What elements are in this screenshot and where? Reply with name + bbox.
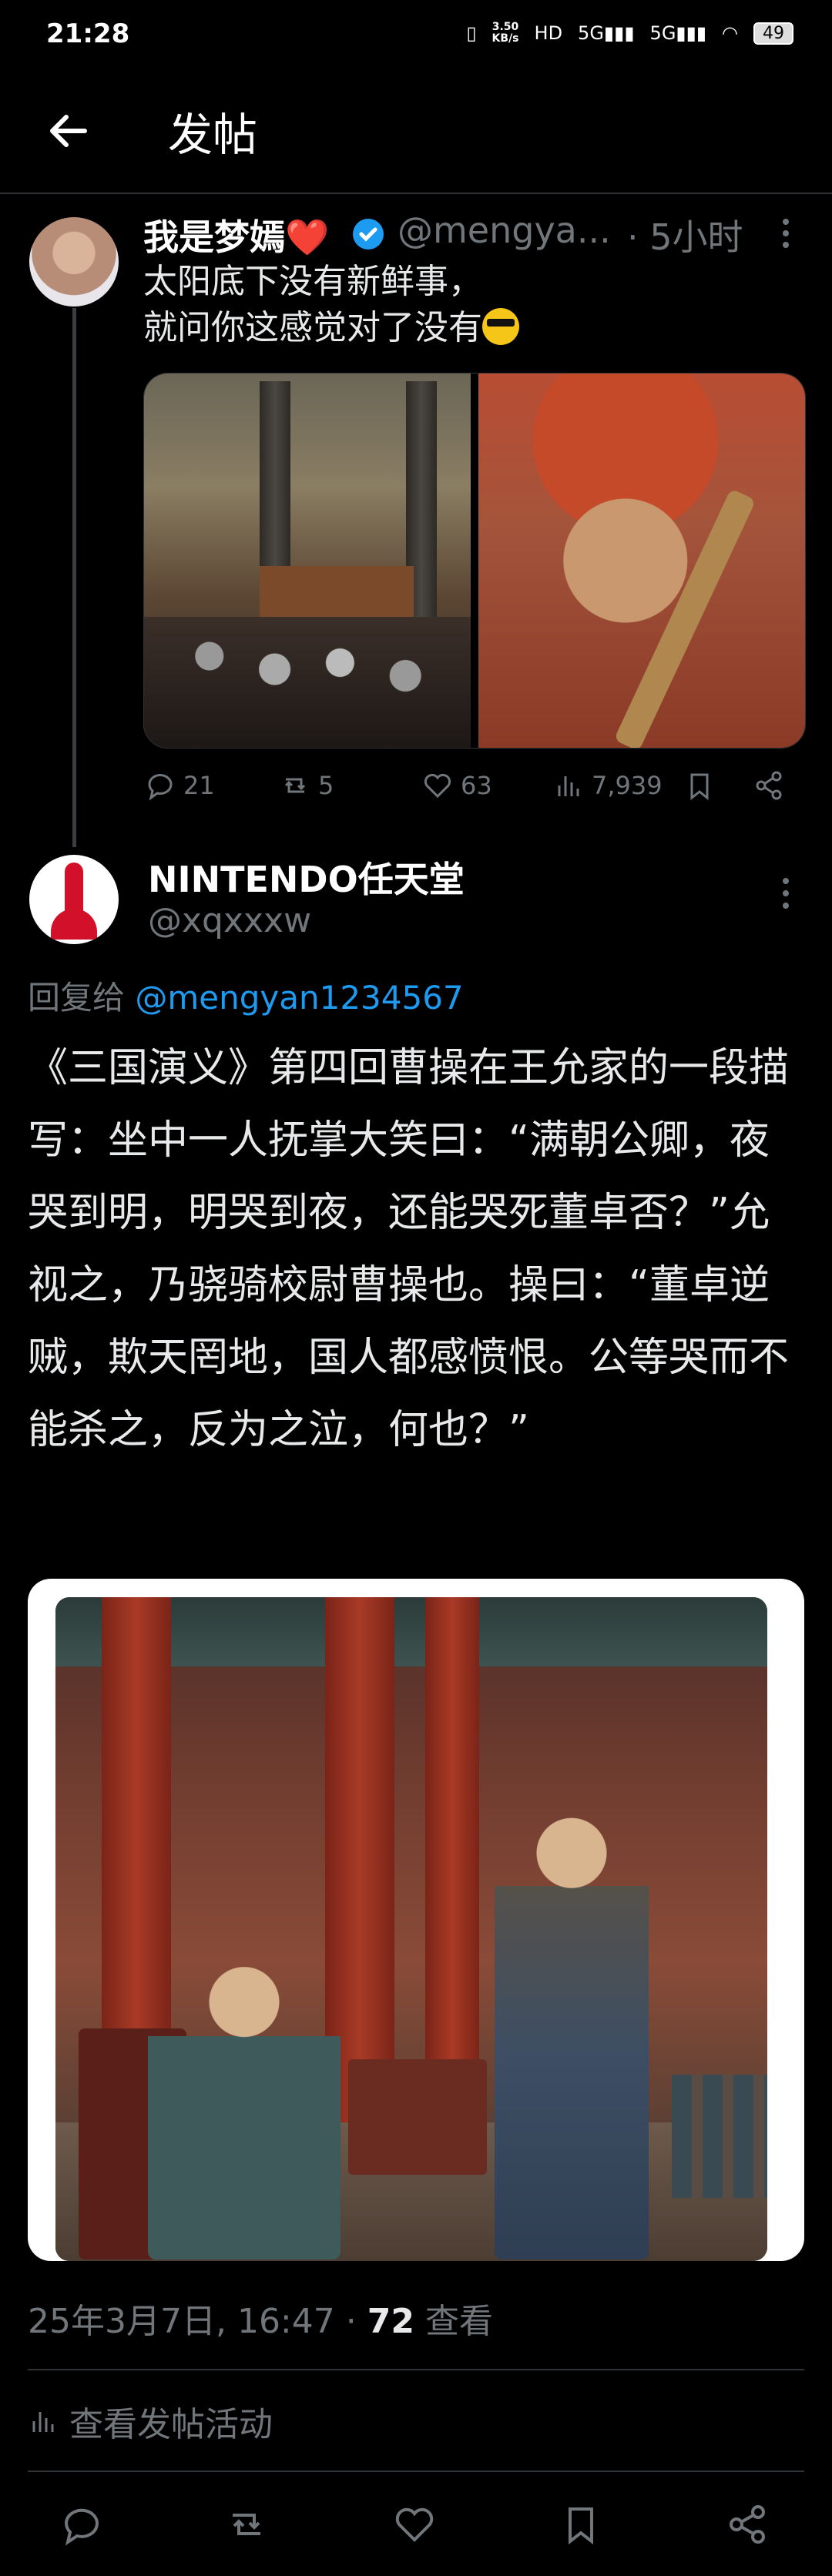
thread-line xyxy=(72,308,76,847)
wifi-icon: ◠ xyxy=(722,22,738,44)
author-name[interactable]: 我是梦嫣❤️ xyxy=(143,209,329,260)
author-name[interactable]: NINTENDO任天堂 xyxy=(148,852,465,903)
verified-badge-icon xyxy=(350,216,387,253)
sunglasses-emoji-icon xyxy=(482,308,519,345)
share-icon xyxy=(756,771,782,800)
header-divider xyxy=(0,193,832,194)
reply-to-link[interactable]: @mengyan1234567 xyxy=(135,979,463,1017)
retweet-icon[interactable] xyxy=(223,2501,270,2548)
battery-icon: 49 xyxy=(753,22,793,45)
page-title: 发帖 xyxy=(168,109,258,161)
post-activity-link[interactable]: 查看发帖活动 xyxy=(28,2397,273,2446)
signal-icon: 5G▮▮▮ xyxy=(578,22,635,44)
more-icon[interactable] xyxy=(770,870,801,916)
like-icon[interactable] xyxy=(391,2501,438,2548)
post-text: 太阳底下没有新鲜事， 就问你这感觉对了没有 xyxy=(143,259,519,351)
divider xyxy=(28,2369,804,2370)
bookmark-icon[interactable] xyxy=(558,2501,604,2548)
reply-icon[interactable] xyxy=(59,2501,105,2548)
hd-icon: HD xyxy=(534,22,563,44)
status-time: 21:28 xyxy=(46,18,130,49)
like-icon xyxy=(424,773,451,799)
bookmark-icon xyxy=(690,773,709,801)
like-button[interactable]: 63 xyxy=(421,769,492,802)
bookmark-button[interactable] xyxy=(683,769,716,802)
avatar[interactable] xyxy=(29,855,119,944)
net-speed: 3.50 KB/s xyxy=(491,21,519,45)
vibrate-icon: ▯ xyxy=(466,22,477,44)
post-time: · 5小时 xyxy=(627,216,743,258)
views-button[interactable]: 7,939 xyxy=(552,769,663,802)
reply-button[interactable]: 21 xyxy=(143,769,215,802)
reply-to: 回复给 @mengyan1234567 xyxy=(28,979,464,1017)
retweet-button[interactable]: 5 xyxy=(278,769,334,802)
divider xyxy=(28,2470,804,2472)
media-image-left[interactable] xyxy=(144,374,471,748)
bottom-action-bar xyxy=(0,2495,832,2557)
share-button[interactable] xyxy=(752,769,786,802)
views-icon xyxy=(558,776,579,796)
reply-icon xyxy=(148,774,173,801)
back-arrow-icon[interactable] xyxy=(45,108,91,154)
retweet-icon xyxy=(284,778,306,793)
post-timestamp: 25年3月7日, 16:47 · 72 查看 xyxy=(28,2302,493,2341)
media-image-right[interactable] xyxy=(478,374,805,748)
avatar[interactable] xyxy=(29,217,119,307)
views-icon xyxy=(32,2412,54,2432)
post-media-image[interactable] xyxy=(55,1597,767,2261)
signal-icon-2: 5G▮▮▮ xyxy=(649,22,707,44)
author-handle[interactable]: @mengya... xyxy=(398,209,611,251)
status-icons: ▯ 3.50 KB/s HD 5G▮▮▮ 5G▮▮▮ ◠ 49 xyxy=(466,22,793,45)
post-media[interactable] xyxy=(143,373,806,749)
author-handle[interactable]: @xqxxxw xyxy=(148,901,311,940)
post-actions: 21 5 63 7,939 xyxy=(143,766,806,805)
post-text: 《三国演义》第四回曹操在王允家的一段描写：坐中一人抚掌大笑曰：“满朝公卿，夜哭到… xyxy=(28,1045,790,1453)
status-bar: 21:28 ▯ 3.50 KB/s HD 5G▮▮▮ 5G▮▮▮ ◠ 49 xyxy=(0,0,832,77)
share-icon[interactable] xyxy=(724,2501,770,2548)
more-icon[interactable] xyxy=(770,214,801,253)
